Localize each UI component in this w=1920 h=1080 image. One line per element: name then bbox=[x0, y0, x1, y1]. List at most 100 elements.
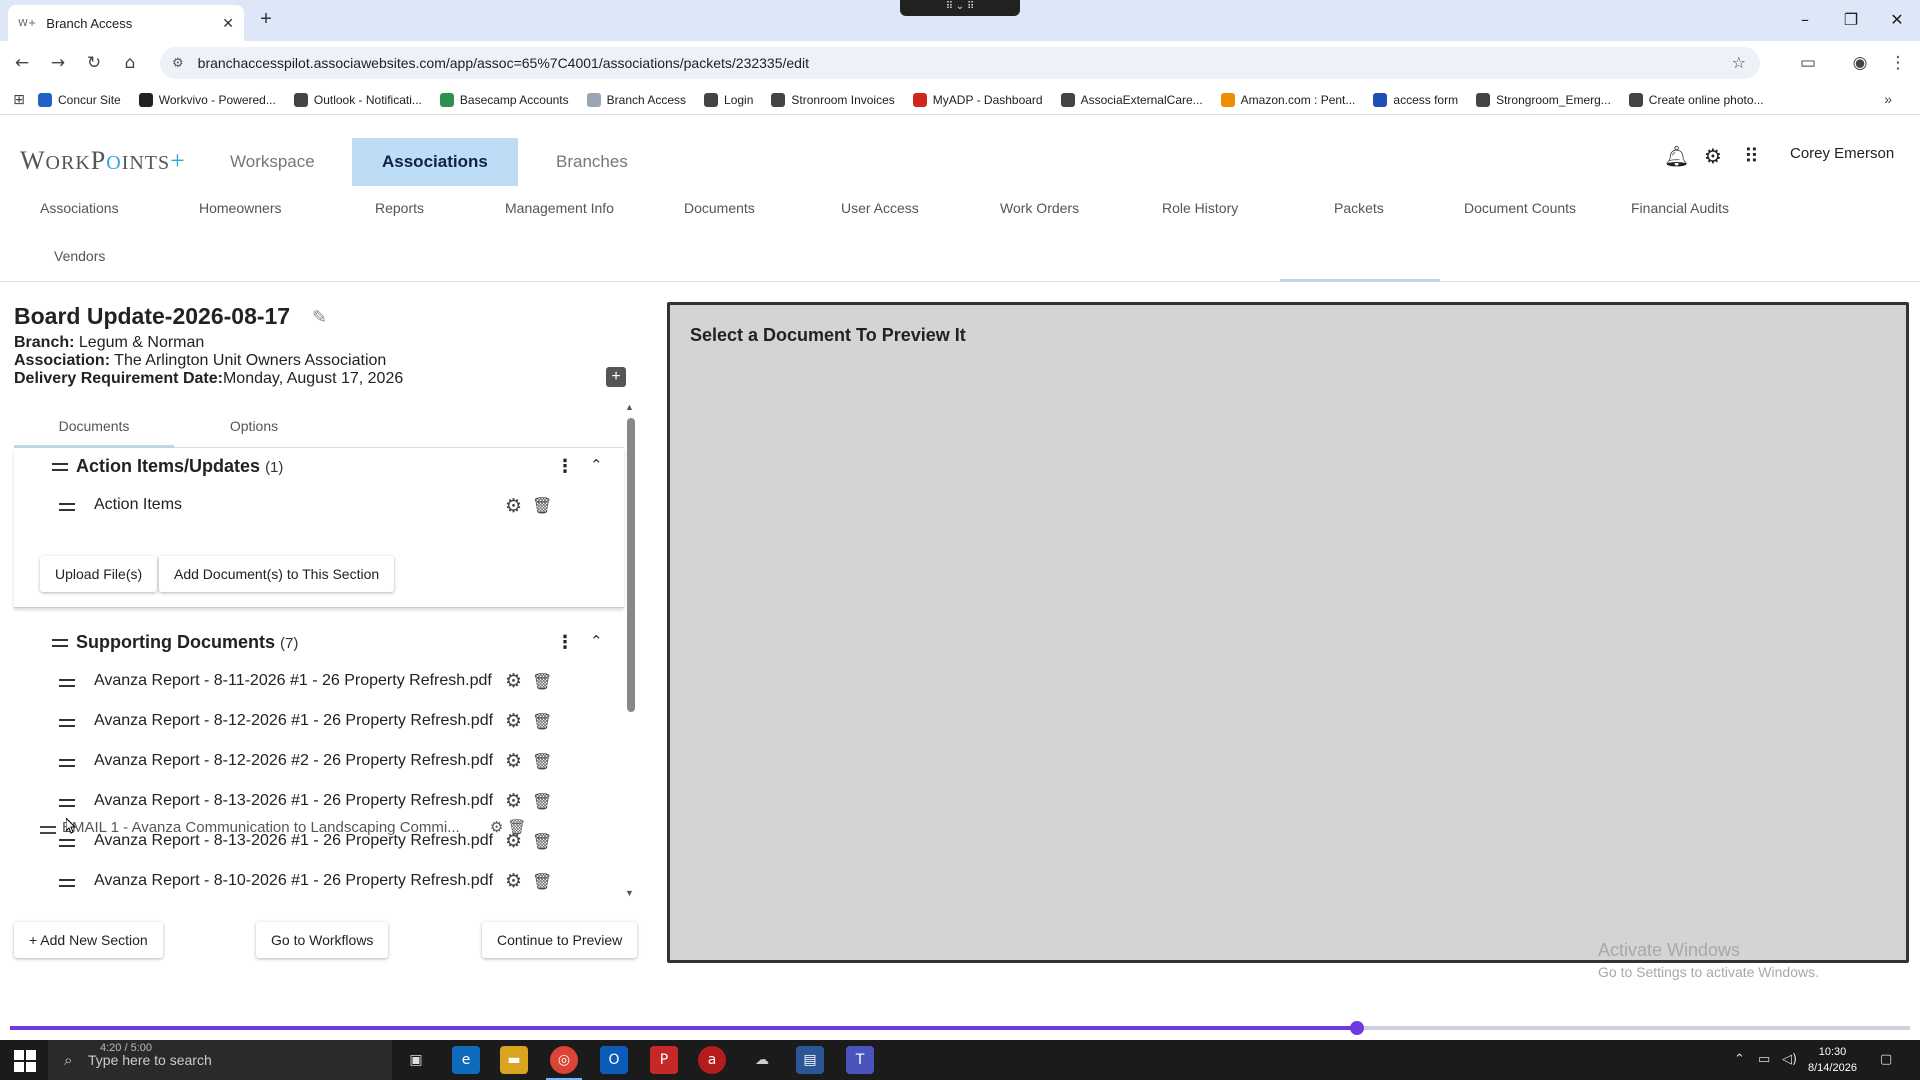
bookmark-item[interactable]: Outlook - Notificati... bbox=[293, 92, 422, 107]
tab-documents[interactable]: Documents bbox=[14, 408, 174, 448]
subnav-documents[interactable]: Documents bbox=[684, 200, 755, 216]
screen-recorder-handle[interactable]: ⠿ ⌄ ⠿ bbox=[900, 0, 1020, 16]
nav-workspace[interactable]: Workspace bbox=[200, 138, 345, 186]
video-progress-bar[interactable] bbox=[10, 1021, 1910, 1035]
taskbar-clock[interactable]: 10:30 8/14/2026 bbox=[1808, 1044, 1857, 1076]
notifications-icon[interactable]: ▢ bbox=[1880, 1052, 1892, 1067]
browser-menu-icon[interactable]: ⋮ bbox=[1886, 51, 1910, 75]
network-icon[interactable]: ▭ bbox=[1758, 1052, 1770, 1067]
file-explorer-icon[interactable]: ▬ bbox=[500, 1046, 528, 1074]
tray-chevron-icon[interactable]: ⌃ bbox=[1734, 1052, 1745, 1067]
outlook-icon[interactable]: O bbox=[600, 1046, 628, 1074]
document-drag-handle-icon[interactable] bbox=[59, 679, 75, 687]
document-delete-trash-icon[interactable]: 🗑︎ bbox=[532, 872, 552, 891]
document-delete-trash-icon[interactable]: 🗑︎ bbox=[532, 496, 552, 515]
volume-icon[interactable]: ◁) bbox=[1782, 1052, 1797, 1067]
edit-title-pencil-icon[interactable]: ✎ bbox=[312, 307, 327, 328]
subnav-vendors[interactable]: Vendors bbox=[54, 248, 105, 264]
back-icon[interactable]: ← bbox=[10, 51, 34, 75]
section-drag-handle-icon[interactable] bbox=[52, 639, 68, 647]
workpoints-logo[interactable]: WORKPOINTS+ bbox=[20, 146, 186, 176]
task-view-icon[interactable]: ▣ bbox=[402, 1046, 430, 1074]
windows-start-icon[interactable] bbox=[14, 1050, 36, 1072]
subnav-work-orders[interactable]: Work Orders bbox=[1000, 200, 1079, 216]
bookmark-item[interactable]: Basecamp Accounts bbox=[439, 92, 569, 107]
apps-grid-icon[interactable]: ⊞ bbox=[0, 92, 38, 108]
document-delete-trash-icon[interactable]: 🗑︎ bbox=[532, 752, 552, 771]
window-close-icon[interactable]: ✕ bbox=[1882, 10, 1912, 29]
restore-icon[interactable]: ❐ bbox=[1836, 10, 1866, 29]
bookmark-item[interactable]: Login bbox=[704, 92, 753, 107]
collapse-section-chevron-icon[interactable]: ⌃ bbox=[590, 632, 603, 650]
go-to-workflows-button[interactable]: Go to Workflows bbox=[256, 922, 389, 958]
section-menu-kebab-icon[interactable]: ⋮ bbox=[556, 456, 574, 477]
notifications-bell-icon[interactable]: 🔔︎ bbox=[1664, 144, 1689, 168]
subnav-document-counts[interactable]: Document Counts bbox=[1464, 200, 1576, 216]
scrollbar-thumb[interactable] bbox=[627, 418, 635, 712]
edge-icon[interactable]: e bbox=[452, 1046, 480, 1074]
video-progress-knob[interactable] bbox=[1350, 1021, 1365, 1035]
section-drag-handle-icon[interactable] bbox=[52, 463, 68, 471]
add-section-plus-icon[interactable]: + bbox=[606, 367, 626, 387]
reload-icon[interactable]: ↻ bbox=[82, 51, 106, 75]
subnav-user-access[interactable]: User Access bbox=[841, 200, 919, 216]
site-info-icon[interactable]: ⚙ bbox=[172, 56, 184, 71]
subnav-homeowners[interactable]: Homeowners bbox=[199, 200, 281, 216]
subnav-financial-audits[interactable]: Financial Audits bbox=[1631, 200, 1729, 216]
bookmark-item[interactable]: AssociaExternalCare... bbox=[1060, 92, 1203, 107]
document-name[interactable]: Action Items bbox=[94, 496, 182, 514]
continue-to-preview-button[interactable]: Continue to Preview bbox=[482, 922, 638, 958]
cast-icon[interactable]: ▭ bbox=[1796, 51, 1820, 75]
dragging-document-ghost[interactable]: EMAIL 1 - Avanza Communication to Landsc… bbox=[40, 818, 526, 836]
document-drag-handle-icon[interactable] bbox=[59, 719, 75, 727]
nav-associations[interactable]: Associations bbox=[352, 138, 518, 186]
bookmark-item[interactable]: Amazon.com : Pent... bbox=[1220, 92, 1355, 107]
app-cloud-icon[interactable]: ☁ bbox=[748, 1046, 776, 1074]
user-name[interactable]: Corey Emerson bbox=[1790, 145, 1894, 162]
document-drag-handle-icon[interactable] bbox=[59, 799, 75, 807]
collapse-section-chevron-icon[interactable]: ⌃ bbox=[590, 456, 603, 474]
upload-files-button[interactable]: Upload File(s) bbox=[40, 556, 158, 592]
document-drag-handle-icon[interactable] bbox=[59, 839, 75, 847]
chrome-icon[interactable]: ◎ bbox=[550, 1046, 578, 1074]
bookmark-item[interactable]: Concur Site bbox=[38, 92, 121, 107]
browser-tab[interactable]: W+ Branch Access ✕ bbox=[8, 5, 244, 41]
document-delete-trash-icon[interactable]: 🗑︎ bbox=[532, 712, 552, 731]
document-settings-gear-icon[interactable]: ⚙ bbox=[505, 870, 522, 892]
document-delete-trash-icon[interactable]: 🗑︎ bbox=[532, 792, 552, 811]
address-bar[interactable]: ⚙ branchaccesspilot.associawebsites.com/… bbox=[160, 47, 1760, 79]
teams-icon[interactable]: T bbox=[846, 1046, 874, 1074]
app-launcher-grid-icon[interactable]: ⠿ bbox=[1744, 144, 1759, 168]
bookmark-item[interactable]: Branch Access bbox=[586, 92, 686, 107]
document-name[interactable]: Avanza Report - 8-11-2026 #1 - 26 Proper… bbox=[94, 672, 492, 690]
scroll-down-icon[interactable]: ▼ bbox=[625, 888, 634, 898]
settings-gear-icon[interactable]: ⚙ bbox=[1704, 144, 1722, 168]
document-name[interactable]: Avanza Report - 8-10-2026 #1 - 26 Proper… bbox=[94, 872, 493, 890]
new-tab-icon[interactable]: + bbox=[254, 8, 278, 31]
subnav-associations[interactable]: Associations bbox=[40, 200, 119, 216]
bookmark-star-icon[interactable]: ☆ bbox=[1732, 53, 1746, 72]
subnav-management-info[interactable]: Management Info bbox=[505, 200, 614, 216]
document-settings-gear-icon[interactable]: ⚙ bbox=[505, 495, 522, 517]
document-name[interactable]: Avanza Report - 8-13-2026 #1 - 26 Proper… bbox=[94, 792, 493, 810]
tab-close-icon[interactable]: ✕ bbox=[222, 15, 234, 32]
app-a-icon[interactable]: a bbox=[698, 1046, 726, 1074]
profile-icon[interactable]: ◉ bbox=[1848, 51, 1872, 75]
document-settings-gear-icon[interactable]: ⚙ bbox=[505, 670, 522, 692]
bookmark-item[interactable]: Stronroom Invoices bbox=[771, 92, 895, 107]
document-settings-gear-icon[interactable]: ⚙ bbox=[505, 750, 522, 772]
subnav-reports[interactable]: Reports bbox=[375, 200, 424, 216]
home-icon[interactable]: ⌂ bbox=[118, 51, 142, 75]
subnav-packets[interactable]: Packets bbox=[1334, 200, 1384, 216]
bookmark-item[interactable]: Strongroom_Emerg... bbox=[1476, 92, 1611, 107]
document-settings-gear-icon[interactable]: ⚙ bbox=[505, 710, 522, 732]
minimize-icon[interactable]: – bbox=[1790, 10, 1820, 29]
tab-options[interactable]: Options bbox=[174, 408, 334, 448]
pdf-reader-icon[interactable]: P bbox=[650, 1046, 678, 1074]
bookmark-item[interactable]: access form bbox=[1373, 92, 1458, 107]
document-name[interactable]: Avanza Report - 8-12-2026 #1 - 26 Proper… bbox=[94, 712, 493, 730]
document-drag-handle-icon[interactable] bbox=[59, 759, 75, 767]
forward-icon[interactable]: → bbox=[46, 51, 70, 75]
document-drag-handle-icon[interactable] bbox=[59, 879, 75, 887]
notepad-icon[interactable]: ▤ bbox=[796, 1046, 824, 1074]
